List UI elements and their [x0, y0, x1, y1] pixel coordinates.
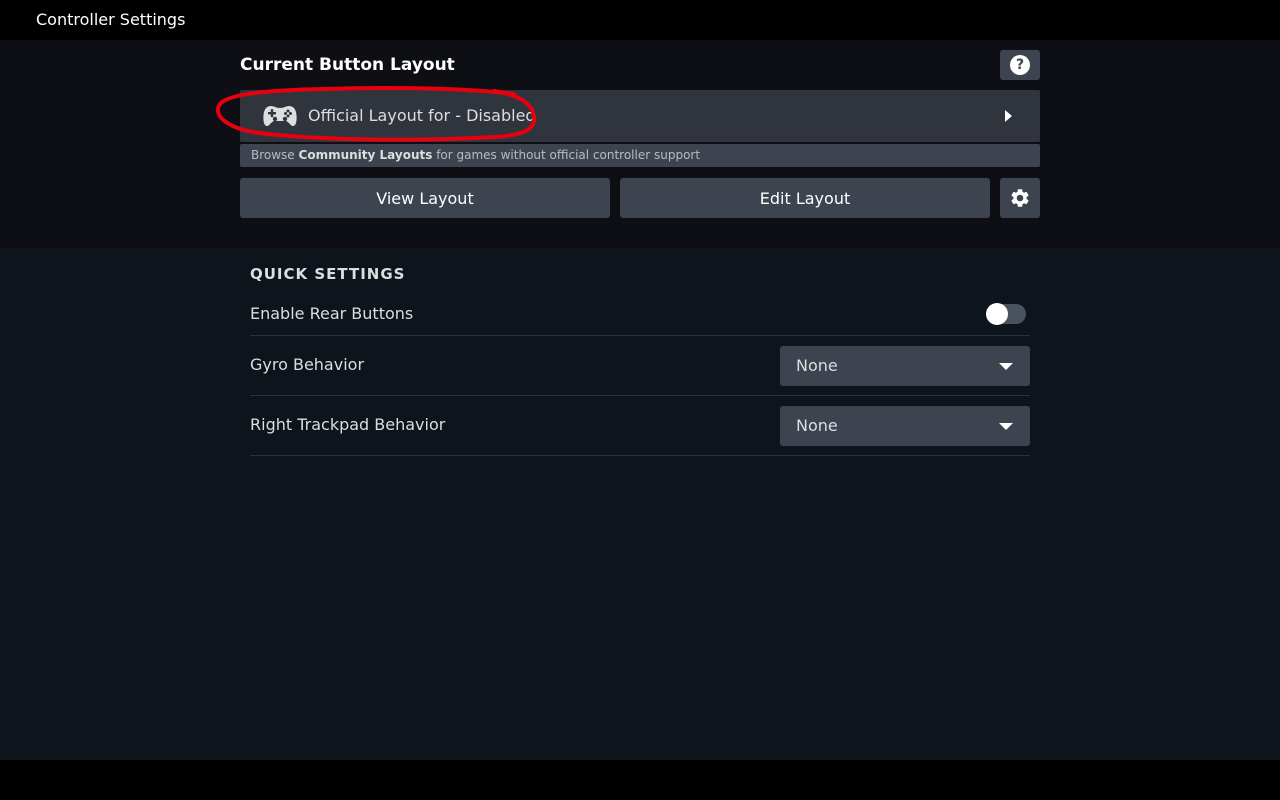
gyro-behavior-value: None [796, 356, 838, 375]
caret-down-icon [999, 363, 1013, 370]
setting-row-right-trackpad: Right Trackpad Behavior None [250, 396, 1030, 456]
layout-settings-button[interactable] [1000, 178, 1040, 218]
community-layouts-text: Browse Community Layouts for games witho… [251, 148, 701, 162]
right-trackpad-behavior-value: None [796, 416, 838, 435]
rear-buttons-toggle[interactable] [986, 303, 1026, 325]
setting-row-gyro: Gyro Behavior None [250, 336, 1030, 396]
controller-settings-page: Controller Settings Current Button Layou… [0, 0, 1280, 800]
gyro-behavior-label: Gyro Behavior [250, 355, 365, 374]
toggle-knob [986, 303, 1008, 325]
question-circle-icon: ? [1010, 55, 1030, 75]
chevron-right-icon [1005, 110, 1012, 122]
current-button-layout-title: Current Button Layout [240, 55, 455, 75]
bottom-bar [0, 760, 1280, 800]
page-title: Controller Settings [36, 10, 186, 29]
gamepad-icon [263, 106, 297, 126]
setting-row-rear-buttons: Enable Rear Buttons [250, 296, 1030, 336]
edit-layout-button[interactable]: Edit Layout [620, 178, 990, 218]
caret-down-icon [999, 423, 1013, 430]
current-layout-name: Official Layout for - Disabled [308, 106, 536, 125]
view-layout-button[interactable]: View Layout [240, 178, 610, 218]
top-bar: Controller Settings [0, 0, 1280, 40]
gyro-behavior-dropdown[interactable]: None [780, 346, 1030, 386]
right-trackpad-behavior-label: Right Trackpad Behavior [250, 415, 446, 434]
current-layout-selector[interactable]: Official Layout for - Disabled [240, 90, 1040, 142]
community-layouts-banner[interactable]: Browse Community Layouts for games witho… [240, 144, 1040, 167]
rear-buttons-label: Enable Rear Buttons [250, 304, 414, 323]
help-button[interactable]: ? [1000, 50, 1040, 80]
quick-settings-title: QUICK SETTINGS [250, 265, 406, 283]
community-layouts-link[interactable]: Community Layouts [299, 148, 433, 162]
right-trackpad-behavior-dropdown[interactable]: None [780, 406, 1030, 446]
gear-icon [1011, 189, 1029, 207]
